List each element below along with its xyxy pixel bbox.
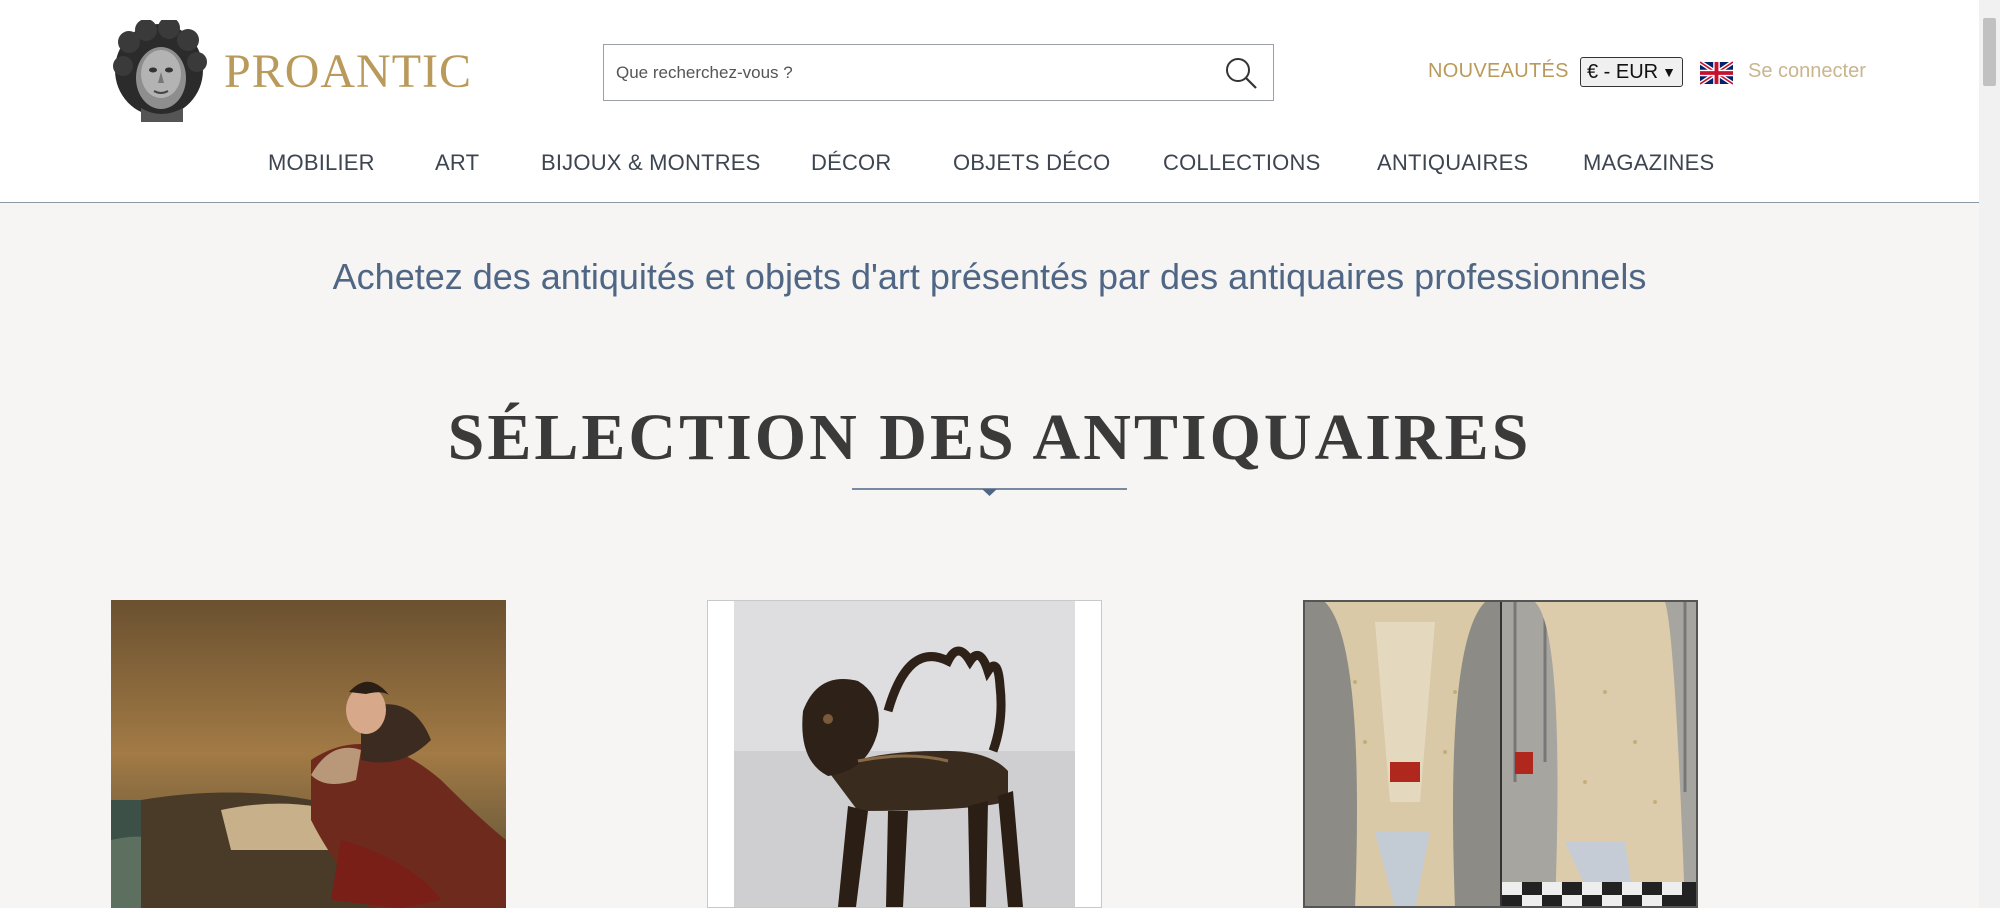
classical-bust-logo-icon: [113, 20, 207, 122]
section-title: SÉLECTION DES ANTIQUAIRES: [447, 401, 1532, 474]
nav-item-collections[interactable]: COLLECTIONS: [1163, 150, 1320, 176]
nav-item-bijoux-montres[interactable]: BIJOUX & MONTRES: [541, 150, 761, 176]
vertical-scrollbar[interactable]: [1979, 0, 2000, 908]
page: PROANTIC NOUVEAUTÉS € - EUR ▼ Se connect…: [0, 0, 2000, 908]
tagline: Achetez des antiquités et objets d'art p…: [332, 256, 1647, 297]
scrollbar-thumb[interactable]: [1983, 18, 1996, 86]
nav-item-art[interactable]: ART: [435, 150, 479, 176]
search-icon[interactable]: [1223, 55, 1259, 91]
logo-link[interactable]: PROANTIC: [111, 20, 472, 122]
title-divider: [852, 488, 1127, 496]
currency-select[interactable]: € - EUR ▼: [1580, 57, 1683, 87]
chevron-down-icon: ▼: [1662, 64, 1676, 80]
login-link[interactable]: Se connecter: [1748, 60, 1866, 83]
brand-name: PROANTIC: [224, 44, 473, 98]
currency-selected-value: € - EUR: [1587, 61, 1659, 83]
site-header: PROANTIC NOUVEAUTÉS € - EUR ▼ Se connect…: [0, 0, 1979, 203]
search-bar: [603, 44, 1274, 101]
featured-item-card[interactable]: [111, 600, 506, 908]
search-input[interactable]: [604, 45, 1204, 100]
new-arrivals-link[interactable]: NOUVEAUTÉS: [1428, 60, 1569, 83]
featured-item-card[interactable]: [1303, 600, 1698, 908]
painting-man-on-seaside-cliff-image: [111, 600, 506, 908]
embroidered-18th-century-waistcoat-image: [1305, 602, 1696, 906]
nav-item-antiquaires[interactable]: ANTIQUAIRES: [1377, 150, 1528, 176]
main-nav: MOBILIER ART BIJOUX & MONTRES DÉCOR OBJE…: [0, 150, 1979, 180]
nav-item-magazines[interactable]: MAGAZINES: [1583, 150, 1714, 176]
featured-item-card[interactable]: [707, 600, 1102, 908]
bronze-lion-aquamanile-image: [708, 601, 1101, 907]
nav-item-objets-deco[interactable]: OBJETS DÉCO: [953, 150, 1110, 176]
nav-item-decor[interactable]: DÉCOR: [811, 150, 891, 176]
uk-flag-icon[interactable]: [1700, 61, 1733, 85]
nav-item-mobilier[interactable]: MOBILIER: [268, 150, 375, 176]
